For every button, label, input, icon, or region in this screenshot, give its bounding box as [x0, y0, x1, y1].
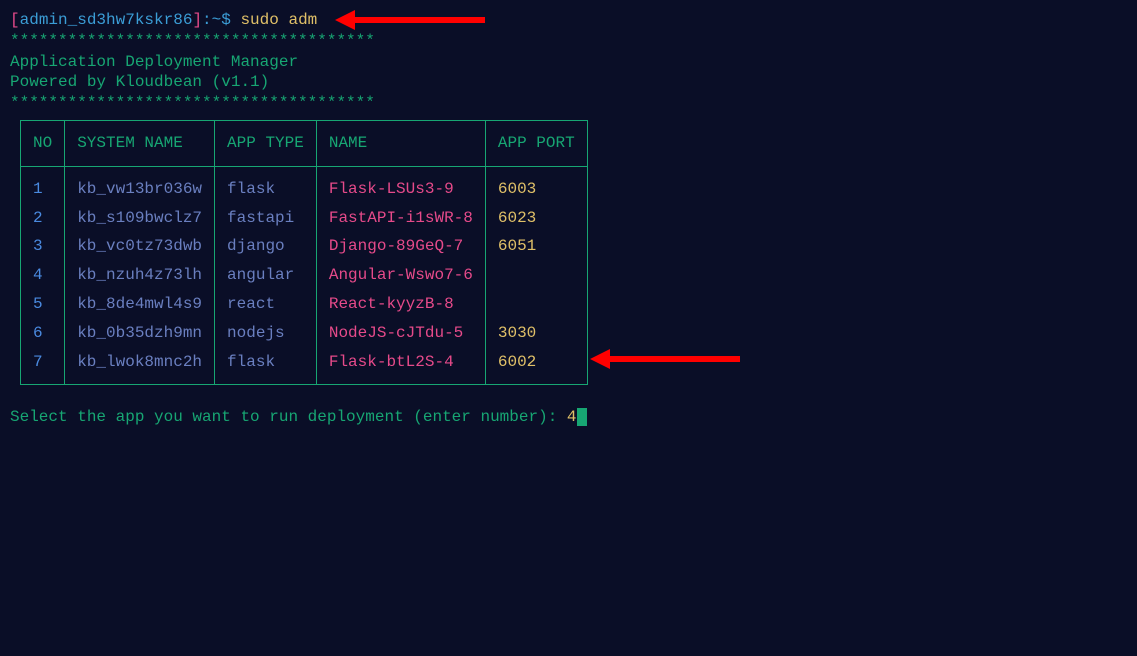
cell-no: 6 [21, 319, 65, 348]
table-row: 6kb_0b35dzh9mnnodejsNodeJS-cJTdu-53030 [21, 319, 588, 348]
select-prompt-text: Select the app you want to run deploymen… [10, 408, 567, 426]
header-apptype: APP TYPE [215, 120, 317, 166]
cell-apptype: react [215, 290, 317, 319]
cell-apptype: flask [215, 166, 317, 203]
select-input-value[interactable]: 4 [567, 408, 577, 426]
select-prompt-line[interactable]: Select the app you want to run deploymen… [10, 407, 1127, 428]
cell-name: Flask-LSUs3-9 [316, 166, 485, 203]
cell-sysname: kb_lwok8mnc2h [65, 348, 215, 385]
header-name: NAME [316, 120, 485, 166]
cell-port: 3030 [485, 319, 587, 348]
cell-port: 6023 [485, 204, 587, 233]
cell-sysname: kb_0b35dzh9mn [65, 319, 215, 348]
cell-apptype: fastapi [215, 204, 317, 233]
cell-sysname: kb_nzuh4z73lh [65, 261, 215, 290]
cell-name: FastAPI-i1sWR-8 [316, 204, 485, 233]
cell-no: 5 [21, 290, 65, 319]
header-sysname: SYSTEM NAME [65, 120, 215, 166]
table-row: 4kb_nzuh4z73lhangularAngular-Wswo7-6 [21, 261, 588, 290]
cell-name: Flask-btL2S-4 [316, 348, 485, 385]
banner-subtitle: Powered by Kloudbean (v1.1) [10, 72, 1127, 93]
cell-name: React-kyyzB-8 [316, 290, 485, 319]
cell-port: 6002 [485, 348, 587, 385]
prompt-bracket-open: [ [10, 11, 20, 29]
banner-title: Application Deployment Manager [10, 52, 1127, 73]
cell-no: 7 [21, 348, 65, 385]
cell-port [485, 261, 587, 290]
table-header-row: NO SYSTEM NAME APP TYPE NAME APP PORT [21, 120, 588, 166]
cell-sysname: kb_s109bwclz7 [65, 204, 215, 233]
header-no: NO [21, 120, 65, 166]
cell-port: 6003 [485, 166, 587, 203]
cell-port [485, 290, 587, 319]
cell-port: 6051 [485, 232, 587, 261]
banner-stars-top: ************************************** [10, 31, 1127, 52]
header-port: APP PORT [485, 120, 587, 166]
cell-sysname: kb_8de4mwl4s9 [65, 290, 215, 319]
cell-apptype: django [215, 232, 317, 261]
cell-apptype: nodejs [215, 319, 317, 348]
cell-no: 1 [21, 166, 65, 203]
app-table: NO SYSTEM NAME APP TYPE NAME APP PORT 1k… [20, 120, 588, 385]
prompt-suffix: :~$ [202, 11, 240, 29]
table-row: 3kb_vc0tz73dwbdjangoDjango-89GeQ-76051 [21, 232, 588, 261]
cell-sysname: kb_vw13br036w [65, 166, 215, 203]
command-text: sudo adm [240, 11, 317, 29]
prompt-bracket-close: ] [192, 11, 202, 29]
cursor [577, 408, 587, 426]
cell-no: 4 [21, 261, 65, 290]
table-row: 7kb_lwok8mnc2hflaskFlask-btL2S-46002 [21, 348, 588, 385]
prompt-user: admin_sd3hw7kskr86 [20, 11, 193, 29]
table-row: 5kb_8de4mwl4s9reactReact-kyyzB-8 [21, 290, 588, 319]
app-table-container: NO SYSTEM NAME APP TYPE NAME APP PORT 1k… [20, 120, 1127, 385]
cell-no: 3 [21, 232, 65, 261]
table-row: 2kb_s109bwclz7fastapiFastAPI-i1sWR-86023 [21, 204, 588, 233]
shell-prompt-line[interactable]: [admin_sd3hw7kskr86]:~$ sudo adm [10, 10, 1127, 31]
cell-name: NodeJS-cJTdu-5 [316, 319, 485, 348]
banner-stars-bottom: ************************************** [10, 93, 1127, 114]
cell-name: Angular-Wswo7-6 [316, 261, 485, 290]
table-row: 1kb_vw13br036wflaskFlask-LSUs3-96003 [21, 166, 588, 203]
cell-apptype: flask [215, 348, 317, 385]
cell-name: Django-89GeQ-7 [316, 232, 485, 261]
cell-no: 2 [21, 204, 65, 233]
table-body: 1kb_vw13br036wflaskFlask-LSUs3-960032kb_… [21, 166, 588, 385]
cell-apptype: angular [215, 261, 317, 290]
cell-sysname: kb_vc0tz73dwb [65, 232, 215, 261]
